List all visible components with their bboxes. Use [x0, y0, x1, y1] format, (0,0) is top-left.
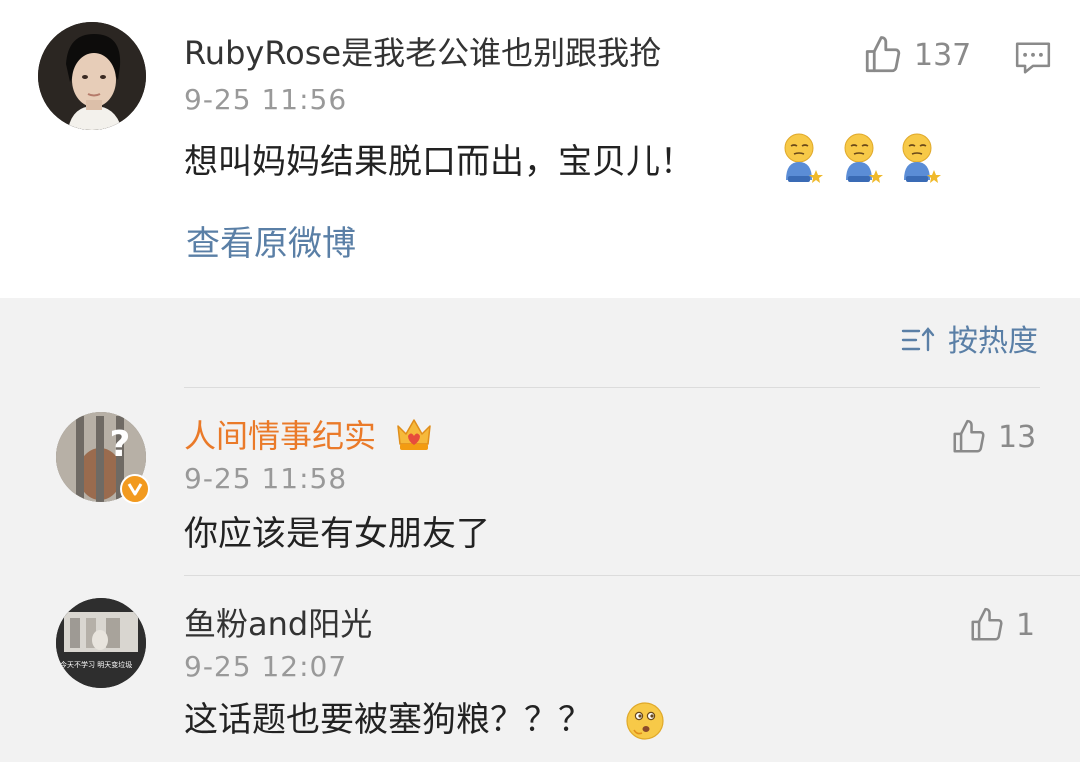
sort-bar: 按热度 [0, 298, 1080, 388]
divider [184, 575, 1080, 576]
thumbs-up-icon [968, 606, 1006, 644]
wronged-emoji [896, 132, 942, 190]
post-like-count: 137 [914, 37, 972, 73]
post-timestamp: 9-25 11:56 [184, 83, 348, 116]
verified-v-icon [120, 474, 150, 504]
original-post: RubyRose是我老公谁也别跟我抢 9-25 11:56 137 想叫妈妈结果… [0, 0, 1080, 298]
avatar[interactable]: 今天不学习 明天变垃圾 [56, 598, 146, 688]
sort-icon [900, 324, 936, 360]
thumbs-up-icon [950, 418, 988, 456]
comment-like-count: 13 [998, 419, 1037, 455]
vip-crown-icon [394, 414, 434, 458]
comment-timestamp: 9-25 12:07 [184, 650, 348, 683]
sort-toggle[interactable]: 按热度 [900, 322, 1038, 362]
post-text: 想叫妈妈结果脱口而出，宝贝儿！ [184, 142, 694, 182]
post-like-button[interactable]: 137 [862, 34, 971, 76]
sort-label: 按热度 [948, 324, 1038, 359]
post-username[interactable]: RubyRose是我老公谁也别跟我抢 [184, 33, 661, 73]
thumbs-up-icon [862, 34, 904, 76]
comment-like-count: 1 [1016, 607, 1036, 643]
wronged-emoji [838, 132, 884, 190]
divider [184, 387, 1040, 388]
avatar[interactable] [38, 22, 146, 130]
avatar-caption: 今天不学习 明天变垃圾 [60, 661, 133, 669]
comment-text: 你应该是有女朋友了 [184, 514, 490, 554]
comment-timestamp: 9-25 11:58 [184, 462, 348, 495]
comment-icon[interactable] [1014, 40, 1052, 80]
comment-username[interactable]: 鱼粉and阳光 [184, 604, 372, 644]
wronged-emoji [778, 132, 824, 190]
comment-text: 这话题也要被塞狗粮？？？ [184, 700, 592, 740]
svg-text:?: ? [110, 424, 131, 465]
comment-username[interactable]: 人间情事纪实 [184, 416, 376, 456]
thinking-emoji [624, 700, 666, 746]
comment-like-button[interactable]: 1 [968, 606, 1035, 644]
comment-like-button[interactable]: 13 [950, 418, 1036, 456]
view-original-link[interactable]: 查看原微博 [186, 222, 356, 266]
